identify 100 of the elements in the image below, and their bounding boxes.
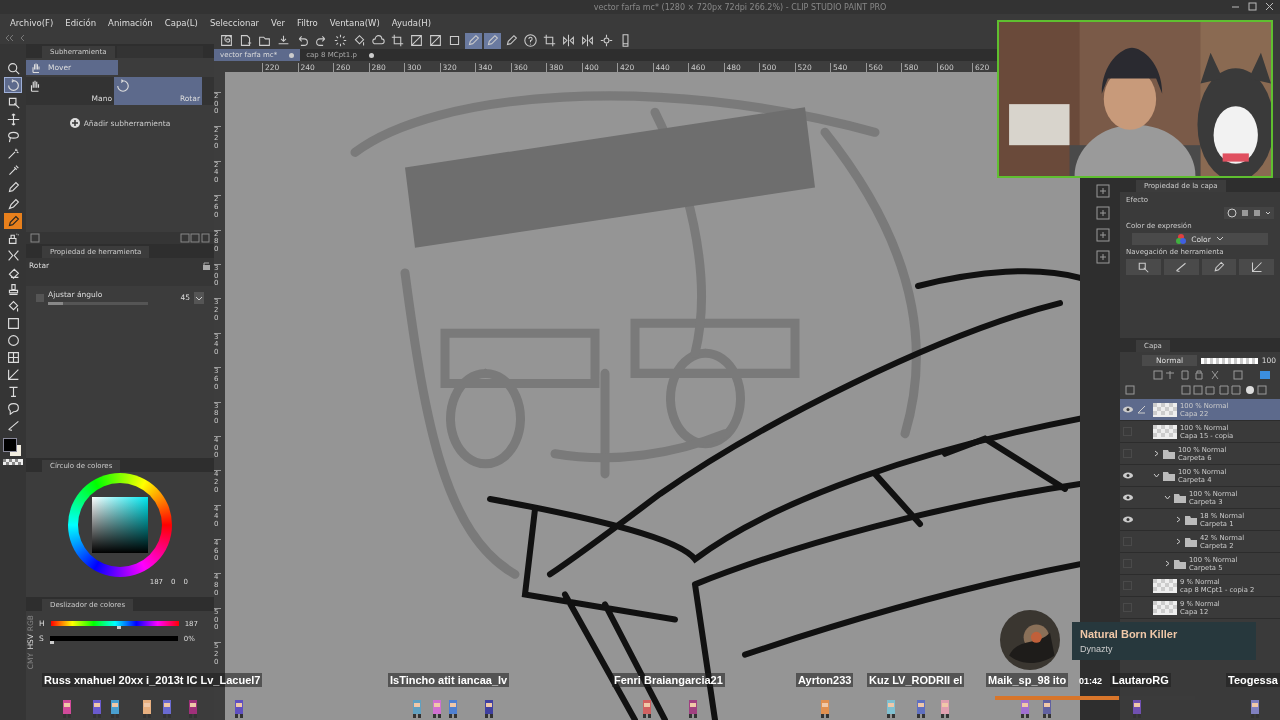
tool-button[interactable] — [1201, 259, 1237, 275]
effect-icons[interactable] — [1224, 207, 1274, 219]
visibility-toggle[interactable] — [1122, 492, 1133, 503]
toolbar-button[interactable] — [427, 32, 444, 49]
folder-icon — [258, 34, 271, 47]
dropdown-icon[interactable] — [194, 291, 204, 304]
ruler-icon — [1250, 261, 1263, 273]
close-dot-icon[interactable] — [289, 52, 295, 58]
folder-icon — [1174, 558, 1186, 569]
close-icon[interactable] — [1265, 2, 1274, 11]
ruler-icon — [6, 367, 20, 381]
menu-item[interactable]: Filtro — [291, 18, 324, 28]
visibility-toggle[interactable] — [1122, 404, 1133, 415]
line-icon — [6, 418, 20, 432]
lock-icon[interactable] — [202, 261, 211, 270]
pixel-character-icon — [1018, 700, 1032, 718]
pen-icon — [1137, 405, 1146, 414]
menu-item[interactable]: Capa(L) — [158, 18, 204, 28]
toolbar-button[interactable] — [522, 32, 539, 49]
grid-icon — [410, 34, 423, 47]
tool-button[interactable] — [4, 213, 22, 229]
pixel-character-icon — [884, 700, 898, 718]
toolbar-button[interactable] — [598, 32, 615, 49]
object-select-icon — [6, 95, 20, 109]
eyedropper-icon — [6, 163, 20, 177]
menu-item[interactable]: Archivo(F) — [4, 18, 60, 28]
spinner-icon — [334, 34, 347, 47]
toolbar-button[interactable] — [332, 32, 349, 49]
chevron-right-icon[interactable] — [1175, 538, 1182, 545]
tool-button[interactable] — [1239, 259, 1274, 275]
color-swatch-icon[interactable] — [3, 438, 23, 458]
visibility-toggle[interactable] — [1122, 470, 1133, 481]
menu-item[interactable]: Edición — [59, 18, 103, 28]
chevron-down-icon[interactable] — [1153, 472, 1160, 479]
pen-icon — [505, 34, 518, 47]
help-icon — [524, 34, 537, 47]
menu-item[interactable]: Seleccionar — [203, 18, 266, 28]
color-square[interactable] — [92, 497, 148, 553]
maximize-icon[interactable] — [1248, 2, 1257, 11]
panel-menu-icon[interactable] — [30, 233, 40, 243]
panel-icon[interactable] — [1096, 228, 1110, 242]
viewer-name: Fenri Braiangarcia21 — [612, 673, 725, 687]
blend-icon — [6, 248, 20, 262]
close-dot-icon[interactable] — [368, 52, 374, 58]
chevron-right-icon[interactable] — [1164, 560, 1171, 567]
chevron-down-icon[interactable] — [1164, 494, 1171, 501]
folder-icon — [1174, 492, 1186, 503]
viewer-name: Maik_sp_98 ito — [986, 673, 1069, 687]
toolbar-button[interactable] — [389, 32, 406, 49]
object-select-icon — [1137, 261, 1150, 273]
folder-icon — [1163, 448, 1175, 459]
color-slider[interactable] — [49, 636, 178, 641]
undo-icon — [296, 34, 309, 47]
opacity-slider[interactable] — [1201, 357, 1258, 364]
panel-icon[interactable] — [1096, 250, 1110, 264]
layer-thumbnail-icon — [1153, 402, 1177, 417]
visibility-toggle[interactable] — [1122, 514, 1133, 525]
zoom-icon — [6, 61, 20, 75]
panel-icon[interactable] — [1096, 206, 1110, 220]
toolbar-button[interactable] — [579, 32, 596, 49]
fill-icon — [353, 34, 366, 47]
new-file-icon — [239, 34, 252, 47]
layer-thumbnail-icon — [1153, 600, 1177, 615]
toolbar-button[interactable] — [560, 32, 577, 49]
crop-icon — [543, 34, 556, 47]
chevron-right-icon[interactable] — [1153, 450, 1160, 457]
pen-icon — [6, 180, 20, 194]
pen-icon — [1212, 261, 1225, 273]
tool-button[interactable] — [1126, 259, 1161, 275]
pixel-character-icon — [410, 700, 424, 718]
panel-icon[interactable] — [1096, 184, 1110, 198]
viewer-name: Ayrton233 — [796, 673, 854, 687]
toolbar-button[interactable] — [408, 32, 425, 49]
pixel-character-icon — [232, 700, 246, 718]
menu-item[interactable]: Animación — [102, 18, 159, 28]
chevron-right-icon[interactable] — [1175, 516, 1182, 523]
pixel-character-icon — [430, 700, 444, 718]
gradient-icon — [6, 316, 20, 330]
hand-icon — [30, 61, 42, 74]
color-slider[interactable] — [50, 621, 179, 626]
menu-item[interactable]: Ayuda(H) — [385, 18, 438, 28]
hand-icon — [28, 79, 42, 93]
menu-item[interactable]: Ver — [265, 18, 291, 28]
stamp-icon — [6, 282, 20, 296]
checkbox[interactable] — [36, 293, 44, 302]
tool-button[interactable] — [1163, 259, 1199, 275]
toolbar-button[interactable] — [218, 32, 235, 49]
transparent-swatch-icon[interactable] — [3, 459, 23, 465]
settings-icon — [600, 34, 613, 47]
frame-icon — [6, 350, 20, 364]
folder-icon — [1185, 514, 1197, 525]
toolbar-button[interactable] — [484, 32, 501, 49]
menu-item[interactable]: Ventana(W) — [323, 18, 386, 28]
pixel-character-icon — [482, 700, 496, 718]
pencil-icon — [6, 197, 20, 211]
toolbar-button[interactable] — [541, 32, 558, 49]
toolbar-button[interactable] — [465, 32, 482, 49]
subtool-actions-icon[interactable] — [180, 233, 210, 243]
magic-wand-icon — [6, 146, 20, 160]
plus-icon — [69, 118, 80, 128]
